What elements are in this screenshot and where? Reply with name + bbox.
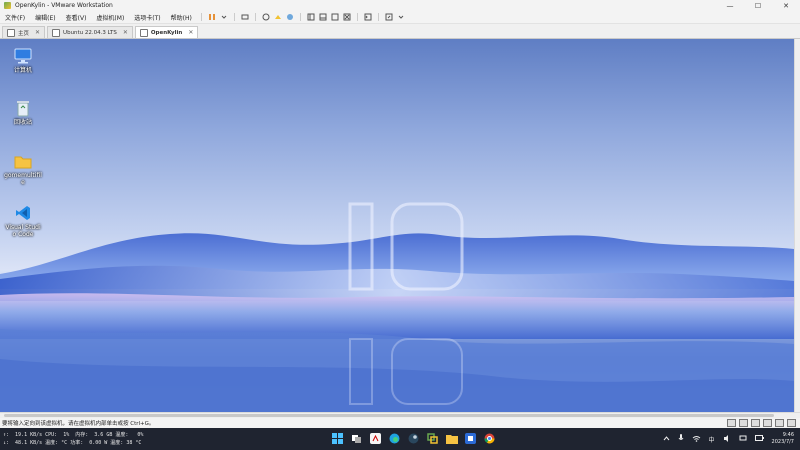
- menu-view[interactable]: 查看(V): [61, 13, 92, 22]
- vertical-scrollbar[interactable]: [794, 39, 800, 412]
- revert-snapshot-icon[interactable]: [273, 13, 283, 22]
- desktop-icon-label: 计算机: [13, 67, 32, 74]
- windows-taskbar: ↑: 19.1 KB/s CPU: 1% 内存: 3.6 GB 温度: 0% ↓…: [0, 428, 800, 450]
- menu-help[interactable]: 帮助(H): [166, 13, 197, 22]
- chevron-up-icon[interactable]: [663, 435, 670, 443]
- vm-icon: [139, 28, 148, 37]
- vm-icon: [52, 28, 61, 37]
- vscode-icon: [13, 204, 33, 222]
- fit-view-icon[interactable]: [330, 13, 340, 22]
- app-icon[interactable]: [463, 431, 478, 446]
- network-icon[interactable]: [739, 435, 747, 444]
- battery-icon[interactable]: [754, 435, 764, 443]
- tab-label: 主页: [18, 30, 30, 37]
- chevron-down-icon[interactable]: [396, 13, 406, 22]
- desktop-icon-label: gomemultifile: [4, 172, 42, 186]
- taskbar-apps: [328, 431, 499, 446]
- menu-bar: 文件(F) 编辑(E) 查看(V) 虚拟机(M) 选项卡(T) 帮助(H): [0, 11, 800, 24]
- chrome-icon[interactable]: [482, 431, 497, 446]
- stats-line-download: ↓: 48.1 KB/s 温度: °C 功率: 0.00 W 温度: 38 °C: [3, 440, 142, 446]
- desktop-icon-recycle-bin[interactable]: 回收站: [4, 99, 42, 126]
- cd-drive-icon[interactable]: [739, 419, 748, 427]
- close-icon[interactable]: ✕: [123, 29, 128, 36]
- status-bar: 要将输入定向到该虚拟机，请在虚拟机内部单击或按 Ctrl+G。: [0, 418, 800, 428]
- network-adapter-icon[interactable]: [751, 419, 760, 427]
- computer-icon: [13, 47, 33, 65]
- close-icon[interactable]: ✕: [35, 29, 40, 36]
- minimize-button[interactable]: —: [716, 0, 744, 11]
- wifi-icon[interactable]: [692, 435, 701, 444]
- folder-icon: [13, 152, 33, 170]
- send-keys-icon[interactable]: [240, 13, 250, 22]
- toolbar-separator: [233, 13, 235, 21]
- hard-disk-icon[interactable]: [727, 419, 736, 427]
- home-icon: [7, 28, 15, 37]
- desktop-icon-folder[interactable]: gomemultifile: [4, 152, 42, 186]
- steam-icon[interactable]: [406, 431, 421, 446]
- maximize-button[interactable]: ☐: [744, 0, 772, 11]
- window-controls: — ☐ ✕: [716, 0, 800, 11]
- toolbar-separator: [200, 13, 202, 21]
- device-status-icons: [724, 419, 796, 427]
- recycle-bin-icon: [13, 99, 33, 117]
- file-explorer-icon[interactable]: [444, 431, 459, 446]
- clock[interactable]: 9:46 2023/7/7: [772, 432, 794, 446]
- menu-edit[interactable]: 编辑(E): [30, 13, 60, 22]
- volume-icon[interactable]: [723, 434, 731, 444]
- desktop-icon-computer[interactable]: 计算机: [4, 47, 42, 74]
- menu-file[interactable]: 文件(F): [0, 13, 30, 22]
- sound-card-icon[interactable]: [775, 419, 784, 427]
- display-icon[interactable]: [787, 419, 796, 427]
- snapshot-manager-icon[interactable]: [285, 13, 295, 22]
- usb-icon[interactable]: [763, 419, 772, 427]
- system-tray: 中 9:46 2023/7/7: [659, 430, 800, 448]
- scrollbar-thumb[interactable]: [4, 414, 774, 417]
- stats-line-upload: ↑: 19.1 KB/s CPU: 1% 内存: 3.6 GB 温度: 0%: [3, 432, 144, 438]
- menu-vm[interactable]: 虚拟机(M): [91, 13, 129, 22]
- clock-date: 2023/7/7: [771, 439, 794, 445]
- toolbar-separator: [299, 13, 301, 21]
- toolbar-separator: [254, 13, 256, 21]
- fullscreen-icon[interactable]: [342, 13, 352, 22]
- desktop-icon-vscode[interactable]: Visual Studio Code: [4, 204, 42, 238]
- vmware-logo-icon: [4, 2, 11, 9]
- library-view-icon[interactable]: [306, 13, 316, 22]
- language-indicator[interactable]: 中: [709, 435, 715, 444]
- windows-start-icon[interactable]: [330, 431, 345, 446]
- desktop-icon-label: Visual Studio Code: [5, 224, 41, 238]
- task-view-icon[interactable]: [349, 431, 364, 446]
- wallpaper: [0, 202, 794, 412]
- system-monitor: ↑: 19.1 KB/s CPU: 1% 内存: 3.6 GB 温度: 0% ↓…: [3, 431, 143, 447]
- window-title: OpenKylin - VMware Workstation: [15, 2, 113, 9]
- toolbar-separator: [356, 13, 358, 21]
- guest-desktop[interactable]: 计算机 回收站 gomemultifile Visual Studio Code: [0, 39, 794, 412]
- close-button[interactable]: ✕: [772, 0, 800, 11]
- desktop-icon-label: 回收站: [13, 119, 32, 126]
- menu-tabs[interactable]: 选项卡(T): [129, 13, 165, 22]
- stretch-icon[interactable]: [384, 13, 394, 22]
- tab-ubuntu[interactable]: Ubuntu 22.04.3 LTS ✕: [47, 26, 133, 38]
- status-message: 要将输入定向到该虚拟机，请在虚拟机内部单击或按 Ctrl+G。: [2, 421, 155, 427]
- chevron-down-icon[interactable]: [219, 13, 229, 22]
- pause-icon[interactable]: [207, 13, 217, 22]
- app-icon[interactable]: [368, 431, 383, 446]
- tab-label: OpenKylin: [150, 29, 183, 36]
- close-icon[interactable]: ✕: [188, 29, 193, 36]
- tab-openkylin[interactable]: OpenKylin ✕: [134, 26, 199, 38]
- console-view-icon[interactable]: [363, 13, 373, 22]
- snapshot-icon[interactable]: [261, 13, 271, 22]
- edge-icon[interactable]: [387, 431, 402, 446]
- title-bar: OpenKylin - VMware Workstation — ☐ ✕: [0, 0, 800, 11]
- vmware-icon[interactable]: [425, 431, 440, 446]
- microphone-icon[interactable]: [678, 434, 684, 444]
- tab-bar: 主页 ✕ Ubuntu 22.04.3 LTS ✕ OpenKylin ✕: [0, 24, 800, 39]
- thumbnail-view-icon[interactable]: [318, 13, 328, 22]
- tab-home[interactable]: 主页 ✕: [2, 26, 46, 38]
- clock-time: 9:46: [782, 432, 794, 438]
- tab-label: Ubuntu 22.04.3 LTS: [63, 29, 117, 36]
- toolbar-separator: [377, 13, 379, 21]
